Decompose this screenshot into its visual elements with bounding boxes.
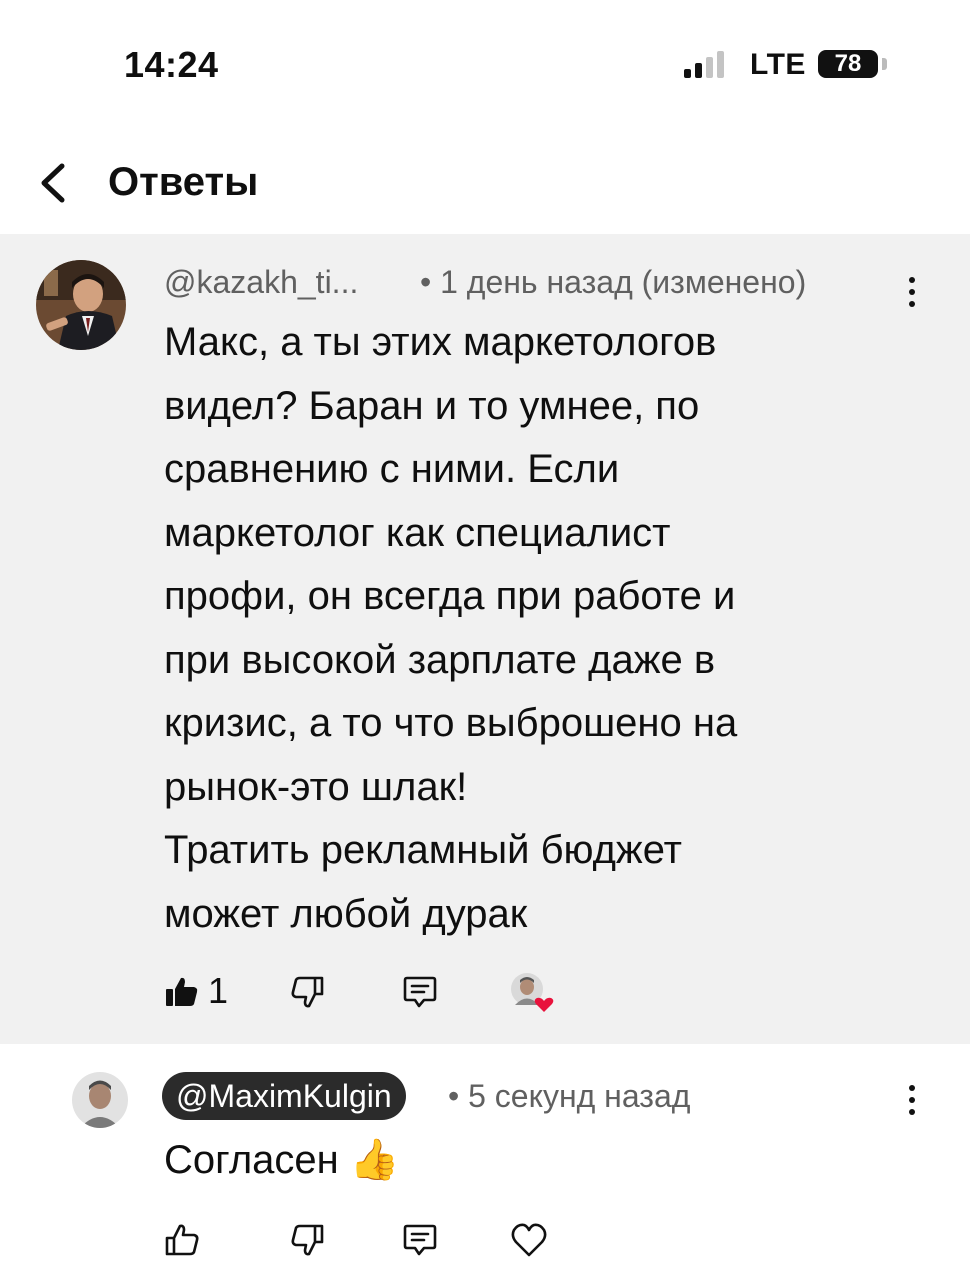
- comment-line: видел? Баран и то умнее, по: [164, 383, 700, 428]
- dislike-button[interactable]: [290, 974, 326, 1010]
- reply-dislike-button[interactable]: [290, 1222, 326, 1258]
- parent-comment: @kazakh_ti... • 1 день назад (изменено) …: [0, 234, 970, 1044]
- heart-outline-icon: [511, 1223, 547, 1257]
- comment-icon: [403, 1224, 437, 1256]
- reply-author-handle[interactable]: @MaximKulgin: [162, 1072, 406, 1120]
- comment-line: при высокой зарплате даже в: [164, 637, 716, 682]
- comment-line: Макс, а ты этих маркетологов: [164, 320, 717, 364]
- battery-icon: 78: [818, 50, 878, 78]
- reply-reply-button[interactable]: [402, 1222, 438, 1258]
- signal-strength-icon: [684, 50, 734, 78]
- reply-heart-button[interactable]: [510, 1222, 548, 1258]
- creator-avatar-heart-icon: [511, 973, 554, 1012]
- thumbs-up-filled-icon: [166, 977, 198, 1006]
- comment-timestamp: • 1 день назад (изменено): [420, 264, 807, 300]
- thumbs-up-icon: [165, 1224, 199, 1256]
- comment-text: Макс, а ты этих маркетологов видел? Бара…: [164, 311, 737, 946]
- chevron-left-icon: [41, 163, 65, 203]
- reply-timestamp: • 5 секунд назад: [448, 1078, 691, 1114]
- network-type: LTE: [750, 48, 806, 81]
- thumbs-down-icon: [291, 976, 324, 1008]
- page-title: Ответы: [108, 160, 259, 204]
- more-options-button[interactable]: [902, 274, 922, 310]
- thumbs-down-icon: [291, 1224, 324, 1256]
- header: Ответы: [0, 130, 970, 234]
- reply-text-row: Согласен 👍: [164, 1132, 400, 1188]
- like-count: 1: [208, 970, 229, 1011]
- reply-more-options-button[interactable]: [902, 1082, 922, 1118]
- comment-line: Тратить рекламный бюджет: [164, 828, 682, 872]
- reply-avatar[interactable]: [72, 1072, 128, 1128]
- thumbs-up-emoji: 👍: [349, 1138, 400, 1182]
- comment-line: кризис, а то что выброшено на: [164, 701, 738, 745]
- status-time: 14:24: [124, 44, 219, 85]
- comment-line: сравнению с ними. Если: [164, 447, 620, 491]
- reply-like-button[interactable]: [164, 1222, 200, 1258]
- comment-icon: [403, 976, 437, 1008]
- status-bar: 14:24 LTE 78: [0, 0, 970, 120]
- comment-line: профи, он всегда при работе и: [164, 574, 736, 618]
- battery-cap: [882, 58, 887, 70]
- comment-line: рынок-это шлак!: [164, 764, 468, 809]
- creator-heart-badge: [510, 972, 556, 1014]
- back-button[interactable]: [30, 158, 80, 208]
- comment-line: может любой дурак: [164, 891, 528, 936]
- commenter-avatar[interactable]: [36, 260, 126, 350]
- comment-author[interactable]: @kazakh_ti...: [164, 264, 358, 301]
- battery-level: 78: [834, 50, 862, 77]
- comment-line: маркетолог как специалист: [164, 510, 671, 555]
- reply-button[interactable]: [402, 974, 438, 1010]
- reply-text: Согласен: [164, 1138, 339, 1182]
- like-button[interactable]: [164, 974, 200, 1010]
